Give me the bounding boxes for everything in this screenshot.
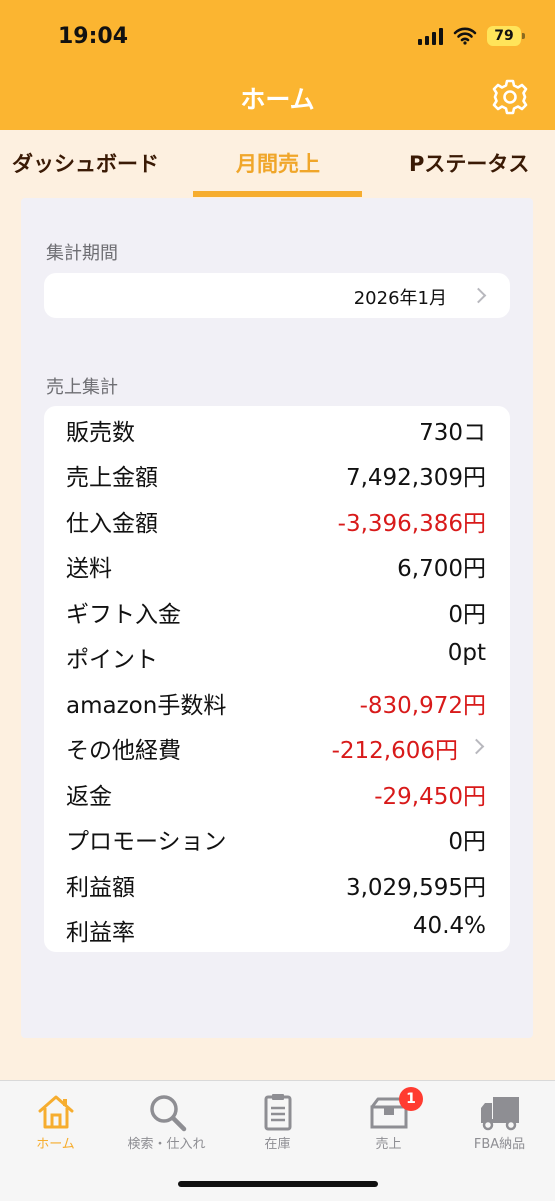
tabbar-item-home[interactable]: ホーム <box>0 1081 111 1171</box>
row-value: 40.4% <box>412 913 486 939</box>
row-value: 0円 <box>448 602 486 628</box>
row-label: 販売数 <box>66 420 135 446</box>
period-section-label: 集計期間 <box>46 243 118 264</box>
row-value: 3,029,595円 <box>345 875 486 901</box>
home-indicator <box>178 1181 378 1187</box>
tab-p-status[interactable]: Pステータス <box>409 148 529 178</box>
row-label: ポイント <box>66 647 158 673</box>
row-value: 0円 <box>448 829 486 855</box>
row-label: その他経費 <box>66 738 181 764</box>
page-title: ホーム <box>240 85 315 114</box>
tabbar-item-search[interactable]: 検索・仕入れ <box>111 1081 222 1171</box>
tab-dashboard[interactable]: ダッシュボード <box>12 148 159 178</box>
truck-icon <box>481 1097 519 1131</box>
row-value: -3,396,386円 <box>337 511 486 537</box>
wifi-icon <box>453 27 477 45</box>
row-value: -830,972円 <box>359 693 486 719</box>
tabbar-item-inventory[interactable]: 在庫 <box>222 1081 333 1171</box>
summary-section-label: 売上集計 <box>46 377 118 398</box>
row-value: 730コ <box>419 420 486 446</box>
row-label: 送料 <box>66 556 112 582</box>
summary-row-shipping: 送料 6,700円 <box>66 542 486 588</box>
summary-row-purchase-amount: 仕入金額 -3,396,386円 <box>66 497 486 543</box>
row-label: 利益率 <box>66 920 135 946</box>
signal-icon <box>418 27 443 45</box>
tab-monthly-sales[interactable]: 月間売上 <box>236 148 320 178</box>
summary-row-sales-count: 販売数 730コ <box>66 406 486 452</box>
active-tab-indicator <box>193 191 362 197</box>
row-value: 0pt <box>447 640 486 666</box>
tabbar-item-sales[interactable]: 1 売上 <box>333 1081 444 1171</box>
period-value: 2026年1月 <box>353 288 447 309</box>
row-label: 仕入金額 <box>66 511 158 537</box>
row-value: -212,606円 <box>331 738 458 764</box>
home-icon <box>38 1095 74 1129</box>
summary-row-gift-deposit: ギフト入金 0円 <box>66 588 486 634</box>
row-value: 7,492,309円 <box>345 465 486 491</box>
gear-icon[interactable] <box>491 78 529 116</box>
row-label: amazon手数料 <box>66 693 227 719</box>
row-label: プロモーション <box>66 829 227 855</box>
summary-card: 販売数 730コ 売上金額 7,492,309円 仕入金額 -3,396,386… <box>44 406 510 952</box>
clipboard-icon <box>264 1094 292 1131</box>
summary-row-profit-amount: 利益額 3,029,595円 <box>66 861 486 907</box>
status-icons: 79 <box>418 22 525 50</box>
row-value: 6,700円 <box>397 556 486 582</box>
chevron-right-icon <box>470 287 487 304</box>
tabbar-label: FBA納品 <box>473 1137 526 1152</box>
row-label: ギフト入金 <box>66 602 181 628</box>
notification-badge: 1 <box>399 1087 423 1111</box>
app-header: 19:04 79 ホーム <box>0 0 555 130</box>
tabbar-label: 売上 <box>375 1137 402 1152</box>
tabbar-label: 在庫 <box>264 1137 291 1152</box>
chevron-right-icon <box>468 738 485 755</box>
row-value: -29,450円 <box>374 784 486 810</box>
summary-row-refund: 返金 -29,450円 <box>66 770 486 816</box>
tabbar-label: ホーム <box>36 1137 75 1152</box>
search-icon <box>150 1095 187 1132</box>
row-label: 利益額 <box>66 875 135 901</box>
tabbar-label: 検索・仕入れ <box>127 1137 206 1152</box>
battery-icon: 79 <box>487 26 525 46</box>
status-time: 19:04 <box>58 24 129 49</box>
summary-row-sales-amount: 売上金額 7,492,309円 <box>66 451 486 497</box>
row-label: 売上金額 <box>66 465 158 491</box>
battery-level: 79 <box>494 28 514 44</box>
summary-row-profit-rate: 利益率 40.4% <box>66 906 486 952</box>
summary-row-other-expenses[interactable]: その他経費 -212,606円 <box>66 724 486 770</box>
tabbar-item-fba-delivery[interactable]: FBA納品 <box>444 1081 555 1171</box>
summary-row-amazon-fee: amazon手数料 -830,972円 <box>66 679 486 725</box>
period-selector[interactable]: 2026年1月 <box>44 273 510 318</box>
summary-row-points: ポイント 0pt <box>66 633 486 679</box>
segment-tabs: ダッシュボード 月間売上 Pステータス <box>0 130 555 198</box>
summary-row-promotion: プロモーション 0円 <box>66 815 486 861</box>
row-label: 返金 <box>66 784 112 810</box>
